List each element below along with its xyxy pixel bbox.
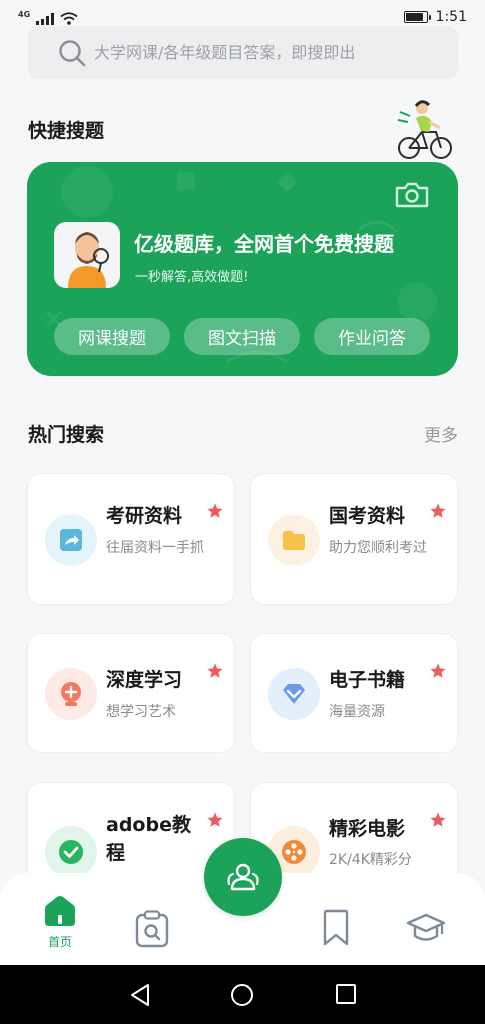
network-status: 4G <box>18 10 78 25</box>
quick-action-buttons: 网课搜题 图文扫描 作业问答 <box>54 318 430 355</box>
clipboard-search-icon[interactable] <box>135 910 169 948</box>
mascot-avatar <box>54 222 120 288</box>
check-circle-icon <box>45 826 97 878</box>
network-label: 4G <box>18 10 31 19</box>
nav-home-label[interactable]: 首页 <box>44 933 76 950</box>
hot-item-guokao[interactable]: 国考资料 助力您顺利考过 <box>250 473 458 605</box>
signal-icon <box>36 13 55 25</box>
hot-item-desc: 助力您顺利考过 <box>329 540 427 556</box>
community-fab-button[interactable] <box>204 838 282 916</box>
cyclist-illustration <box>397 100 452 159</box>
home-circle-icon[interactable] <box>230 983 254 1007</box>
hot-item-title: 电子书籍 <box>329 669 406 691</box>
back-triangle-icon[interactable] <box>129 983 151 1007</box>
image-scan-button[interactable]: 图文扫描 <box>184 318 300 355</box>
hot-search-title: 热门搜索 <box>28 424 105 446</box>
hot-item-kaoyan[interactable]: 考研资料 往届资料一手抓 <box>27 473 235 605</box>
wifi-icon <box>60 12 78 25</box>
hot-item-title: 精彩电影 <box>329 818 406 840</box>
hot-item-desc: 想学习艺术 <box>106 704 176 720</box>
group-icon <box>227 863 259 891</box>
system-status: 1:51 <box>403 9 467 25</box>
star-icon <box>430 503 446 518</box>
star-icon <box>207 812 223 827</box>
more-link[interactable]: 更多 <box>424 421 458 446</box>
hot-item-desc: 往届资料一手抓 <box>106 540 204 556</box>
hot-item-title: 深度学习 <box>106 669 183 691</box>
hot-item-desc: 海量资源 <box>329 704 385 720</box>
search-input[interactable] <box>94 43 424 62</box>
star-icon <box>207 663 223 678</box>
hot-item-title: 考研资料 <box>106 505 183 527</box>
star-icon <box>430 663 446 678</box>
folder-icon <box>268 514 320 566</box>
hot-item-deep-learning[interactable]: 深度学习 想学习艺术 <box>27 633 235 753</box>
battery-icon <box>403 11 431 23</box>
quick-search-card[interactable]: 亿级题库，全网首个免费搜题 一秒解答,高效做题! 网课搜题 图文扫描 作业问答 <box>27 162 458 376</box>
star-icon <box>207 503 223 518</box>
online-course-search-button[interactable]: 网课搜题 <box>54 318 170 355</box>
search-bar[interactable] <box>28 26 458 79</box>
diamond-icon <box>268 668 320 720</box>
home-icon <box>45 896 75 926</box>
hot-item-title: 国考资料 <box>329 505 406 527</box>
share-doc-icon <box>45 514 97 566</box>
homework-qa-button[interactable]: 作业问答 <box>314 318 430 355</box>
promo-subtitle: 一秒解答,高效做题! <box>135 270 249 285</box>
star-icon <box>430 812 446 827</box>
search-icon <box>59 39 86 66</box>
quick-search-title: 快捷搜题 <box>28 120 105 142</box>
graduation-cap-icon[interactable] <box>406 911 446 945</box>
promo-headline: 亿级题库，全网首个免费搜题 <box>134 232 394 256</box>
hot-item-ebooks[interactable]: 电子书籍 海量资源 <box>250 633 458 753</box>
clock: 1:51 <box>435 9 467 25</box>
plus-circle-icon <box>45 668 97 720</box>
hot-item-desc: 2K/4K精彩分 <box>329 852 412 868</box>
camera-icon[interactable] <box>394 181 430 209</box>
hot-item-title: adobe教程 <box>106 814 191 864</box>
recents-square-icon[interactable] <box>335 983 357 1005</box>
bookmark-icon[interactable] <box>322 909 350 947</box>
system-navigation-bar <box>0 965 485 1024</box>
